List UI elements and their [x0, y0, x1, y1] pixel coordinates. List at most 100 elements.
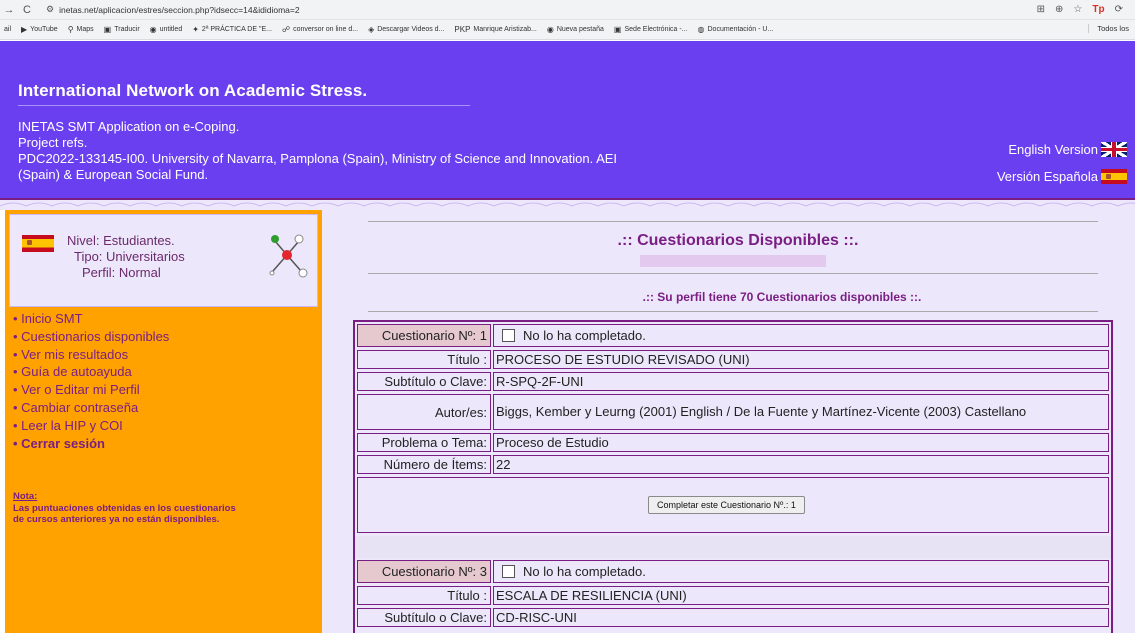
bookmark-item[interactable]: ⚲ Maps	[68, 25, 94, 34]
bookmark-star-icon[interactable]: ☆	[1073, 4, 1082, 15]
spanish-version-label[interactable]: Versión Española	[997, 169, 1098, 184]
profile-profile: Perfil: Normal	[82, 265, 161, 280]
questionnaire-number: Cuestionario Nº: 3	[357, 560, 491, 583]
spanish-version-link[interactable]: Versión Española	[997, 169, 1127, 184]
sidebar-item-inicio[interactable]: • Inicio SMT	[13, 310, 169, 328]
bookmark-favicon-icon: ◈	[368, 25, 375, 34]
field-label: Título :	[357, 350, 491, 369]
sidebar-nav: • Inicio SMT • Cuestionarios disponibles…	[13, 310, 169, 452]
bookmark-favicon-icon: PKP	[454, 25, 471, 34]
english-version-label[interactable]: English Version	[1008, 142, 1098, 157]
bookmark-favicon-icon: ▣	[103, 25, 112, 34]
note-label: Nota:	[13, 491, 38, 502]
questionnaire-status: No lo ha completado.	[493, 560, 1109, 583]
address-bar[interactable]: ⚙ inetas.net/aplicacion/estres/seccion.p…	[46, 2, 1037, 18]
questionnaire-status: No lo ha completado.	[493, 324, 1109, 347]
bookmark-favicon-icon: ◍	[697, 25, 705, 34]
bookmark-item[interactable]: ◉ untitled	[150, 25, 183, 34]
field-label: Subtítulo o Clave:	[357, 372, 491, 391]
forward-icon[interactable]: →	[0, 4, 18, 16]
field-label: Autor/es:	[357, 394, 491, 430]
completion-checkbox[interactable]	[502, 565, 515, 578]
project-info: INETAS SMT Application on e-Coping. Proj…	[18, 119, 617, 183]
bookmark-item[interactable]: PKP Manrique Aristizab...	[454, 25, 536, 34]
field-value: ESCALA DE RESILIENCIA (UNI)	[493, 586, 1109, 605]
sidebar: Nivel: Estudiantes. Tipo: Universitarios…	[5, 210, 322, 633]
extension-icon[interactable]: Tp	[1092, 4, 1104, 15]
bookmark-label: YouTube	[30, 26, 58, 33]
sidebar-item-cerrar-sesion[interactable]: • Cerrar sesión	[13, 435, 169, 453]
site-settings-icon[interactable]: ⚙	[46, 4, 54, 15]
bookmark-item[interactable]: ▣ Sede Electrónica -...	[614, 25, 688, 34]
header-line: Project refs.	[18, 135, 88, 150]
action-cell: Completar este Cuestionario Nº.: 1	[357, 477, 1109, 533]
bookmark-favicon-icon: ◉	[546, 25, 554, 34]
profile-box: Nivel: Estudiantes. Tipo: Universitarios…	[9, 214, 318, 307]
main-content: .:: Cuestionarios Disponibles ::. .:: Su…	[322, 210, 1135, 633]
status-text: No lo ha completado.	[523, 563, 646, 579]
bookmark-favicon-icon: ☍	[281, 25, 291, 34]
all-bookmarks-folder[interactable]: Todos los	[1088, 24, 1129, 33]
bookmark-favicon-icon: ⚲	[67, 25, 74, 34]
completion-checkbox[interactable]	[502, 329, 515, 342]
sidebar-item-contrasena[interactable]: • Cambiar contraseña	[13, 399, 169, 417]
bookmark-label: Sede Electrónica -...	[624, 26, 688, 33]
sidebar-item-guia[interactable]: • Guía de autoayuda	[13, 363, 169, 381]
bookmark-label: ail	[4, 26, 12, 33]
bookmark-item[interactable]: ail	[4, 26, 11, 33]
bookmark-label: Nueva pestaña	[556, 26, 604, 33]
uk-flag-icon[interactable]	[1101, 142, 1127, 157]
field-value: PROCESO DE ESTUDIO REVISADO (UNI)	[493, 350, 1109, 369]
bookmark-item[interactable]: ▶ YouTube	[21, 25, 58, 34]
translate-icon[interactable]: ⊞	[1037, 4, 1045, 15]
bookmark-item[interactable]: ◉ Nueva pestaña	[547, 25, 604, 34]
bookmark-label: conversor on line d...	[293, 26, 359, 33]
bookmark-favicon-icon: ▣	[613, 25, 622, 34]
header-line: (Spain) & European Social Fund.	[18, 167, 209, 182]
bookmark-label: Maps	[76, 26, 94, 33]
bookmark-label: 2ª PRÁCTICA DE "E...	[201, 26, 272, 33]
bookmark-favicon-icon: ◉	[149, 25, 157, 34]
bookmark-label: untitled	[159, 26, 183, 33]
sidebar-item-hip-coi[interactable]: • Leer la HIP y COI	[13, 417, 169, 435]
header-wave-divider	[0, 198, 1135, 210]
bookmark-item[interactable]: ☍ conversor on line d...	[282, 25, 358, 34]
english-version-link[interactable]: English Version	[1008, 142, 1127, 157]
spain-flag-icon[interactable]	[1101, 169, 1127, 184]
field-value: CD-RISC-UNI	[493, 608, 1109, 627]
sidebar-item-cuestionarios[interactable]: • Cuestionarios disponibles	[13, 328, 169, 346]
bookmark-item[interactable]: ▣ Traducir	[104, 25, 140, 34]
bookmark-item[interactable]: ✦ 2ª PRÁCTICA DE "E...	[192, 25, 272, 34]
sidebar-item-perfil[interactable]: • Ver o Editar mi Perfil	[13, 381, 169, 399]
bookmark-label: Traducir	[114, 26, 140, 33]
spain-flag-icon	[22, 235, 54, 252]
divider	[368, 221, 1098, 222]
bookmark-item[interactable]: ◍ Documentación - U...	[698, 25, 774, 34]
site-title: International Network on Academic Stress…	[18, 81, 368, 100]
extensions-puzzle-icon[interactable]: ⟳	[1115, 4, 1123, 15]
questionnaire-number: Cuestionario Nº: 1	[357, 324, 491, 347]
field-label: Subtítulo o Clave:	[357, 608, 491, 627]
complete-questionnaire-button[interactable]: Completar este Cuestionario Nº.: 1	[648, 496, 805, 514]
zoom-icon[interactable]: ⊕	[1055, 4, 1063, 15]
status-text: No lo ha completado.	[523, 327, 646, 343]
sidebar-item-resultados[interactable]: • Ver mis resultados	[13, 346, 169, 364]
page-title: .:: Cuestionarios Disponibles ::.	[617, 232, 859, 249]
field-label: Problema o Tema:	[357, 433, 491, 452]
profile-info: Nivel: Estudiantes. Tipo: Universitarios…	[67, 233, 185, 281]
browser-toolbar: → C ⚙ inetas.net/aplicacion/estres/secci…	[0, 0, 1135, 20]
bookmark-item[interactable]: ◈ Descargar Videos d...	[368, 25, 444, 34]
profile-count: .:: Su perfil tiene 70 Cuestionarios dis…	[642, 290, 922, 304]
field-value: Biggs, Kember y Leurng (2001) English / …	[493, 394, 1109, 430]
header-line: INETAS SMT Application on e-Coping.	[18, 119, 240, 134]
title-highlight	[640, 255, 826, 267]
divider	[368, 311, 1098, 312]
note-text: de cursos anteriores ya no están disponi…	[13, 514, 220, 525]
row-separator	[355, 536, 1111, 558]
divider	[368, 273, 1098, 274]
bookmark-favicon-icon: ▶	[21, 25, 28, 34]
network-icon	[269, 234, 308, 278]
reload-icon[interactable]: C	[18, 4, 36, 16]
url-text[interactable]: inetas.net/aplicacion/estres/seccion.php…	[59, 5, 300, 15]
field-value: 22	[493, 455, 1109, 474]
